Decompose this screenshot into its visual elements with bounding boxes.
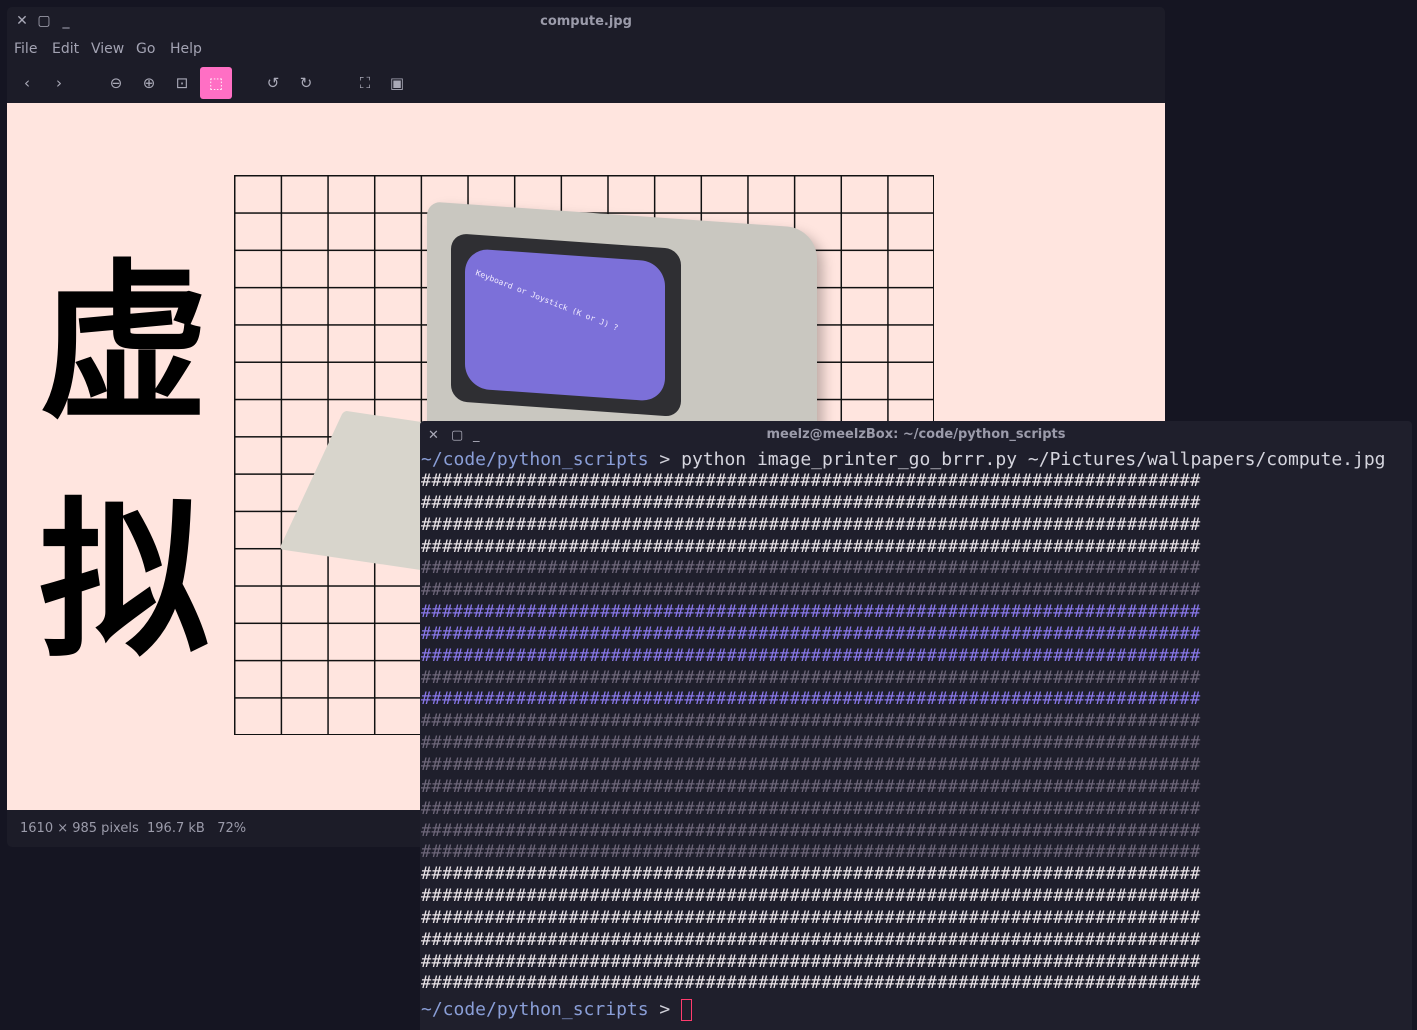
ascii-row: ########################################… [421, 645, 1201, 666]
ascii-row: ########################################… [421, 558, 1201, 579]
ascii-row: ########################################… [421, 754, 1201, 775]
fullscreen-icon[interactable]: ⛶ [349, 67, 381, 99]
ascii-row: ########################################… [421, 471, 1201, 491]
ascii-row: ########################################… [421, 711, 1201, 732]
slideshow-icon[interactable]: ▣ [381, 67, 413, 99]
viewer-title: compute.jpg [540, 14, 632, 29]
ascii-art-output: ########################################… [421, 471, 1201, 995]
prompt-path: ~/code/python_scripts [421, 999, 649, 1020]
forward-icon[interactable]: › [43, 67, 75, 99]
rotate-right-icon[interactable]: ↻ [290, 67, 322, 99]
kanji-bottom: 拟 [38, 481, 209, 681]
status-text: 1610 × 985 pixels 196.7 kB 72% [20, 821, 246, 836]
zoom-original-icon[interactable]: ⊡ [166, 67, 198, 99]
ascii-row: ########################################… [421, 492, 1201, 513]
ascii-row: ########################################… [421, 602, 1201, 623]
ascii-row: ########################################… [421, 973, 1201, 994]
monitor-screen: Keyboard or Joystick (K or J) ? [465, 248, 665, 403]
menu-edit[interactable]: Edit [52, 41, 79, 57]
zoom-out-icon[interactable]: ⊖ [100, 67, 132, 99]
menu-file[interactable]: File [14, 41, 37, 57]
terminal-cursor [681, 999, 693, 1021]
ascii-row: ########################################… [421, 929, 1201, 950]
ascii-row: ########################################… [421, 733, 1201, 754]
rotate-left-icon[interactable]: ↺ [257, 67, 289, 99]
ascii-row: ########################################… [421, 689, 1201, 710]
ascii-row: ########################################… [421, 536, 1201, 557]
prompt-line[interactable]: ~/code/python_scripts > [421, 999, 693, 1021]
ascii-row: ########################################… [421, 907, 1201, 928]
monitor-bezel: Keyboard or Joystick (K or J) ? [451, 233, 681, 418]
ascii-row: ########################################… [421, 798, 1201, 819]
ascii-row: ########################################… [421, 514, 1201, 535]
screen-text: Keyboard or Joystick (K or J) ? [474, 268, 620, 333]
ascii-row: ########################################… [421, 864, 1201, 885]
ascii-row: ########################################… [421, 776, 1201, 797]
ascii-row: ########################################… [421, 886, 1201, 907]
menu-view[interactable]: View [91, 41, 124, 57]
ascii-row: ########################################… [421, 951, 1201, 972]
prompt-symbol: > [659, 449, 671, 470]
menu-go[interactable]: Go [136, 41, 155, 57]
zoom-in-icon[interactable]: ⊕ [133, 67, 165, 99]
viewer-titlebar[interactable]: ✕ ▢ _ compute.jpg [7, 7, 1165, 37]
command-line: ~/code/python_scripts > python image_pri… [421, 449, 1386, 471]
terminal-window[interactable]: ✕ ▢ _ meelz@meelzBox: ~/code/python_scri… [420, 421, 1412, 1030]
terminal-title: meelz@meelzBox: ~/code/python_scripts [766, 427, 1066, 442]
ascii-row: ########################################… [421, 580, 1201, 601]
menu-help[interactable]: Help [170, 41, 202, 57]
status-dimensions: 1610 × 985 pixels [20, 821, 139, 836]
back-icon[interactable]: ‹ [11, 67, 43, 99]
kanji-top: 虚 [38, 243, 209, 443]
ascii-row: ########################################… [421, 842, 1201, 863]
ascii-row: ########################################… [421, 667, 1201, 688]
status-zoom: 72% [217, 821, 247, 836]
fit-best-icon[interactable]: ⬚ [200, 67, 232, 99]
status-size: 196.7 kB [147, 821, 205, 836]
prompt-path: ~/code/python_scripts [421, 449, 649, 470]
command-text: python image_printer_go_brrr.py ~/Pictur… [681, 449, 1386, 470]
prompt-symbol: > [659, 999, 671, 1020]
ascii-row: ########################################… [421, 820, 1201, 841]
toolbar: ‹ › ⊖ ⊕ ⊡ ⬚ ↺ ↻ ⛶ ▣ [7, 67, 1165, 99]
ascii-row: ########################################… [421, 623, 1201, 644]
